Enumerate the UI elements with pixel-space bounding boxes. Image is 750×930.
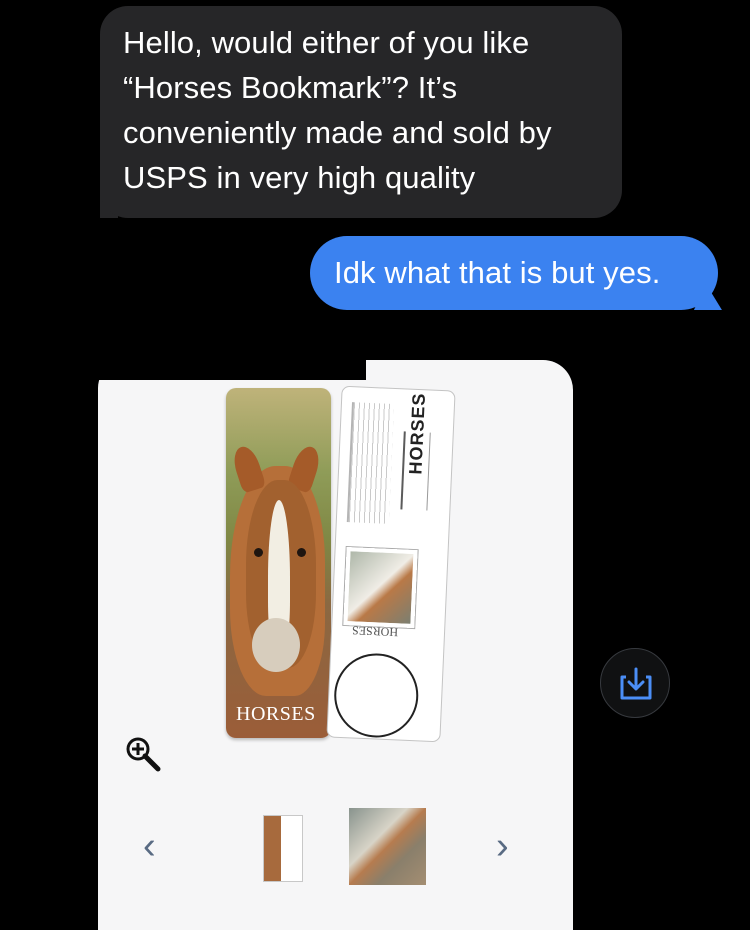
- horse-left-eye: [254, 548, 263, 557]
- incoming-message-text: Hello, would either of you like “Horses …: [123, 25, 552, 195]
- previous-image-button[interactable]: ‹: [143, 827, 156, 865]
- horse-stamp: [343, 547, 418, 629]
- outgoing-message-text: Idk what that is but yes.: [334, 255, 661, 290]
- horse-bookmark-image: HORSES: [226, 388, 331, 738]
- download-icon: [620, 667, 652, 700]
- horse-muzzle: [252, 618, 300, 672]
- image-card-top-notch: [98, 360, 366, 380]
- save-image-button[interactable]: [600, 648, 670, 718]
- incoming-message-bubble[interactable]: Hello, would either of you like “Horses …: [100, 6, 622, 218]
- postmark-title: HORSES: [405, 392, 430, 475]
- bookmark-title: HORSES: [236, 703, 316, 725]
- product-thumbnail[interactable]: [349, 808, 426, 885]
- horse-left-ear: [229, 443, 267, 494]
- card-description-lines: [346, 402, 394, 524]
- next-image-button[interactable]: ›: [496, 827, 509, 865]
- outgoing-message-bubble[interactable]: Idk what that is but yes.: [310, 236, 718, 310]
- zoom-in-icon[interactable]: [124, 735, 162, 773]
- bookmark-thumbnail[interactable]: [263, 815, 303, 882]
- stamp-card-back: HORSES HORSES: [326, 385, 456, 745]
- stamp-title: HORSES: [351, 623, 399, 640]
- horse-right-eye: [297, 548, 306, 557]
- first-day-postmark: [327, 646, 426, 745]
